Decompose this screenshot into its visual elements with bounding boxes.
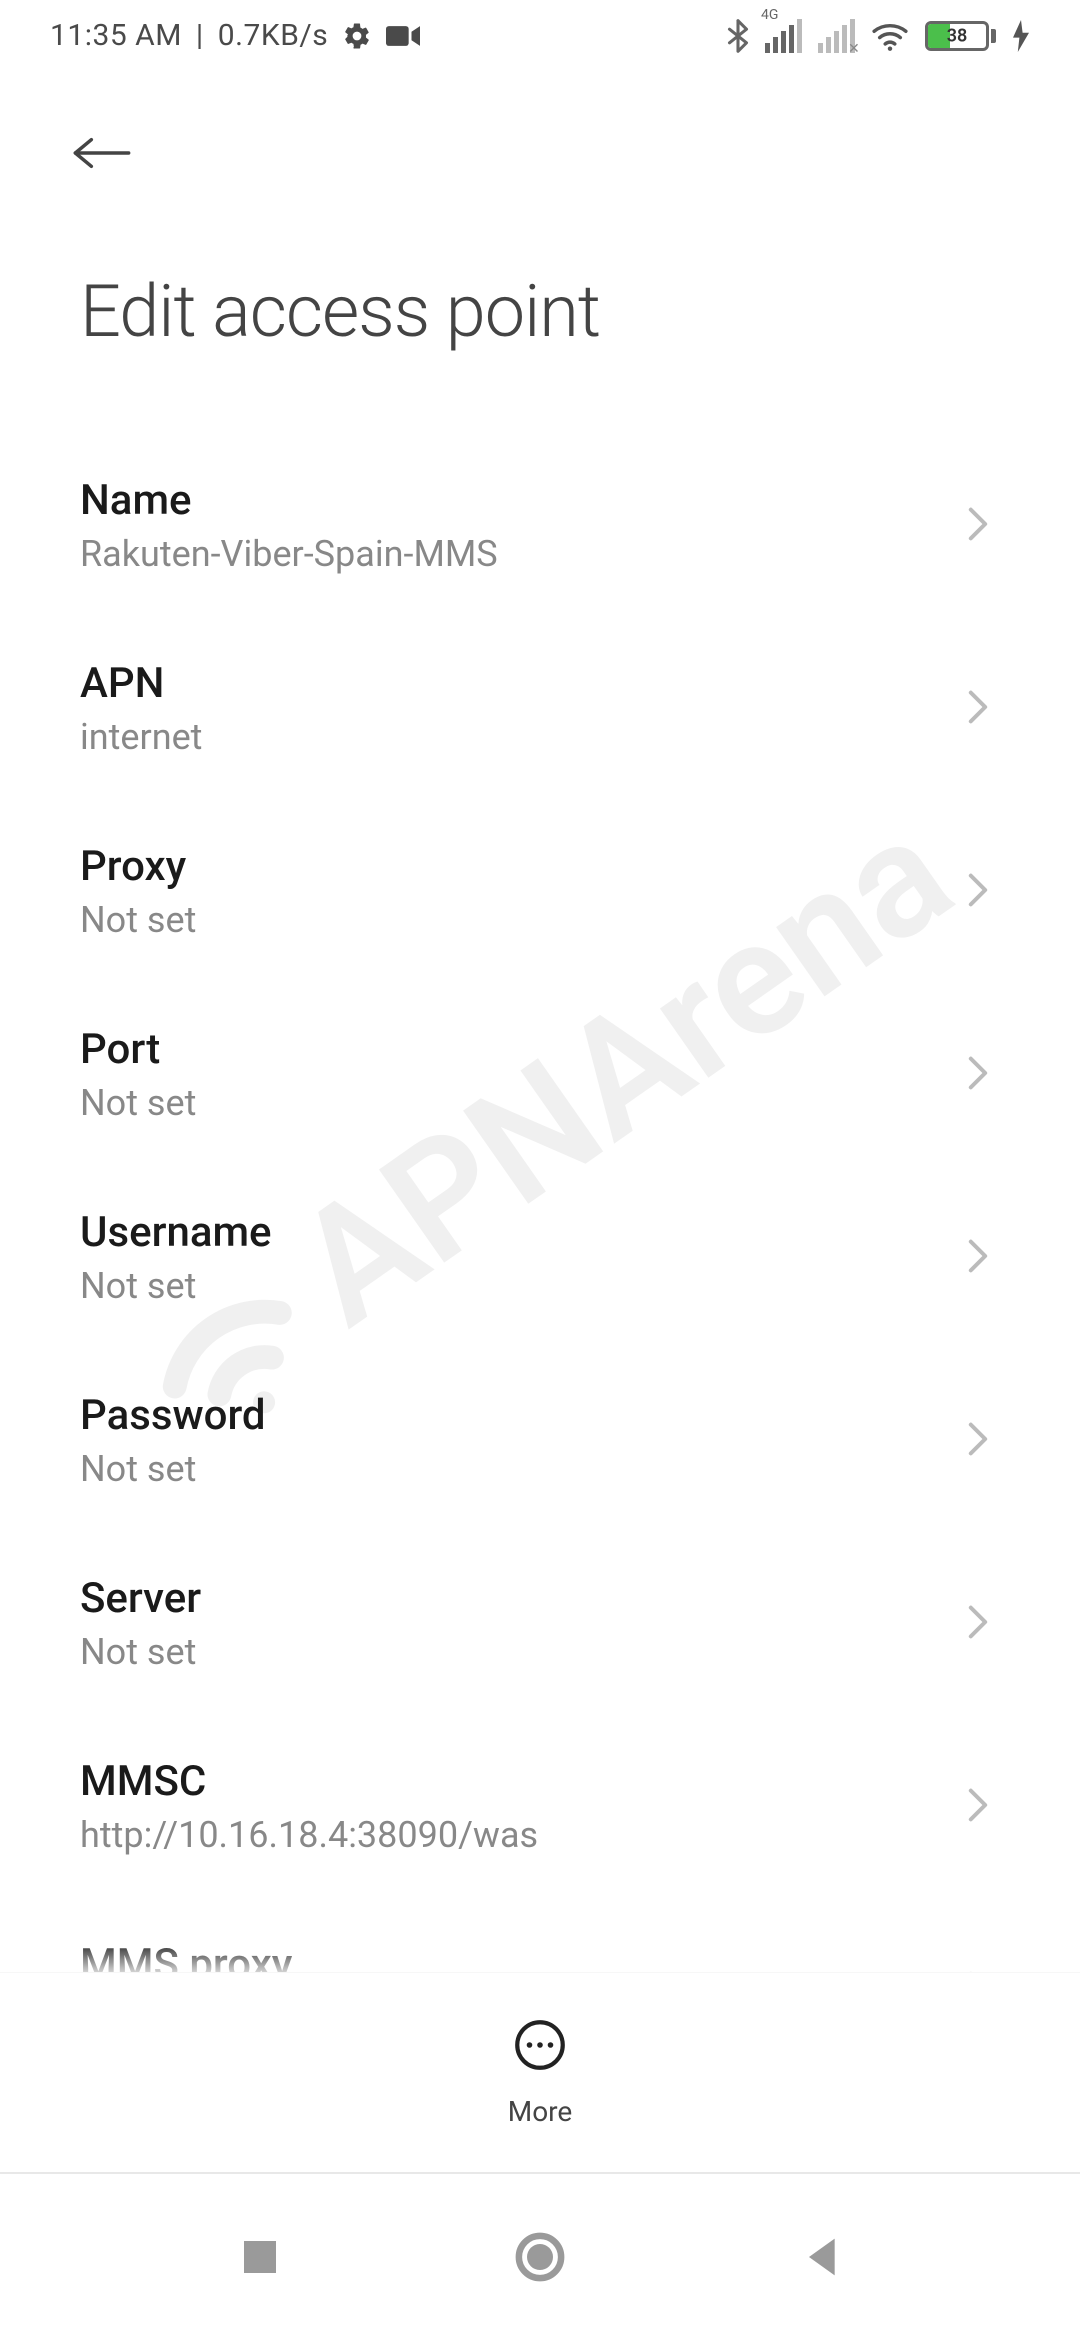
setting-label: Password — [80, 1391, 946, 1440]
chevron-right-icon — [966, 689, 990, 729]
chevron-right-icon — [966, 1055, 990, 1095]
nav-home-button[interactable] — [490, 2207, 590, 2307]
battery-icon: 38 — [925, 21, 996, 51]
chevron-right-icon — [966, 506, 990, 546]
chevron-right-icon — [966, 1421, 990, 1461]
nav-recents-button[interactable] — [210, 2207, 310, 2307]
setting-label: APN — [80, 659, 946, 708]
apn-item-password[interactable]: Password Not set — [0, 1349, 1080, 1532]
status-separator: | — [196, 18, 204, 53]
page-title: Edit access point — [0, 199, 1080, 394]
navigation-bar — [0, 2172, 1080, 2340]
more-icon — [512, 2017, 568, 2077]
apn-item-server[interactable]: Server Not set — [0, 1532, 1080, 1715]
signal-nosim-icon: ✕ — [818, 19, 855, 53]
status-bar: 11:35 AM | 0.7KB/s 4G ✕ — [0, 0, 1080, 71]
status-data-rate: 0.7KB/s — [218, 18, 329, 53]
setting-label: Server — [80, 1574, 946, 1623]
back-button[interactable] — [70, 131, 134, 175]
charging-icon — [1012, 20, 1030, 52]
apn-item-name[interactable]: Name Rakuten-Viber-Spain-MMS — [0, 434, 1080, 617]
chevron-right-icon — [966, 1604, 990, 1644]
apn-item-proxy[interactable]: Proxy Not set — [0, 800, 1080, 983]
setting-value: Not set — [80, 1631, 946, 1673]
setting-value: Not set — [80, 1265, 946, 1307]
camera-icon — [386, 24, 420, 48]
setting-value: internet — [80, 716, 946, 758]
setting-value: Not set — [80, 1082, 946, 1124]
wifi-icon — [871, 21, 909, 51]
setting-value: http://10.16.18.4:38090/was — [80, 1814, 946, 1856]
setting-label: Proxy — [80, 842, 946, 891]
setting-label: Username — [80, 1208, 946, 1257]
chevron-right-icon — [966, 872, 990, 912]
chevron-right-icon — [966, 1787, 990, 1827]
status-time: 11:35 AM — [50, 18, 182, 53]
signal-4g-icon: 4G — [765, 19, 802, 53]
apn-item-port[interactable]: Port Not set — [0, 983, 1080, 1166]
bottom-action-bar: More — [0, 1972, 1080, 2172]
apn-item-mmsc[interactable]: MMSC http://10.16.18.4:38090/was — [0, 1715, 1080, 1898]
setting-value: Not set — [80, 1448, 946, 1490]
apn-item-apn[interactable]: APN internet — [0, 617, 1080, 800]
setting-label: Name — [80, 476, 946, 525]
more-button[interactable]: More — [508, 2017, 573, 2128]
setting-label: Port — [80, 1025, 946, 1074]
app-bar — [0, 71, 1080, 199]
nav-back-button[interactable] — [770, 2207, 870, 2307]
apn-item-username[interactable]: Username Not set — [0, 1166, 1080, 1349]
setting-value: Rakuten-Viber-Spain-MMS — [80, 533, 946, 575]
chevron-right-icon — [966, 1238, 990, 1278]
bluetooth-icon — [727, 19, 749, 53]
more-label: More — [508, 2095, 573, 2128]
setting-label: MMSC — [80, 1757, 946, 1806]
apn-settings-list: Name Rakuten-Viber-Spain-MMS APN interne… — [0, 394, 1080, 2081]
gear-icon — [342, 21, 372, 51]
setting-value: Not set — [80, 899, 946, 941]
